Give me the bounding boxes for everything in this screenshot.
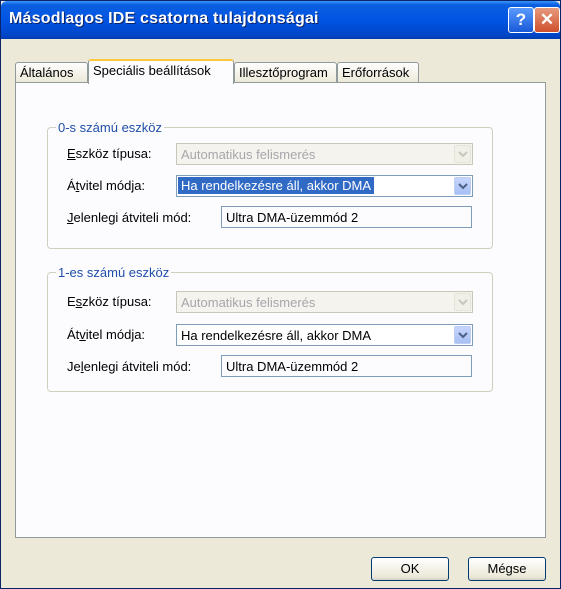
device1-current-label: Jelenlegi átviteli mód: — [67, 359, 192, 374]
device1-type-value: Automatikus felismerés — [181, 295, 316, 310]
device1-group-title: 1-es számú eszköz — [56, 265, 172, 280]
tab-general[interactable]: Általános — [15, 62, 88, 82]
window-title: Másodlagos IDE csatorna tulajdonságai — [9, 10, 319, 27]
tab-page-advanced: 0-s számú eszköz Eszköz típusa: Automati… — [15, 82, 546, 538]
device0-current-field: Ultra DMA-üzemmód 2 — [221, 206, 472, 228]
device1-current-value: Ultra DMA-üzemmód 2 — [226, 359, 359, 374]
title-bar[interactable]: Másodlagos IDE csatorna tulajdonságai ? … — [1, 1, 560, 39]
device1-type-label: Eszköz típusa: — [67, 294, 152, 309]
device0-group-title: 0-s számú eszköz — [56, 120, 165, 135]
tab-driver[interactable]: Illesztőprogram — [234, 62, 337, 82]
device1-mode-select[interactable]: Ha rendelkezésre áll, akkor DMA — [176, 324, 473, 346]
cancel-button[interactable]: Mégse — [468, 557, 546, 581]
device1-mode-label: Átvitel módja: — [67, 327, 146, 342]
properties-dialog: Másodlagos IDE csatorna tulajdonságai ? … — [0, 0, 561, 589]
ok-button[interactable]: OK — [371, 557, 449, 581]
device0-mode-value: Ha rendelkezésre áll, akkor DMA — [178, 177, 375, 194]
close-button[interactable]: ✕ — [534, 7, 560, 33]
device0-mode-label: Átvitel módja: — [67, 178, 146, 193]
device1-mode-value: Ha rendelkezésre áll, akkor DMA — [181, 328, 372, 343]
device0-mode-select[interactable]: Ha rendelkezésre áll, akkor DMA — [176, 175, 473, 197]
chevron-down-icon[interactable] — [454, 326, 471, 344]
chevron-down-icon — [454, 293, 471, 311]
tab-advanced-settings[interactable]: Speciális beállítások — [88, 59, 234, 84]
device1-current-field: Ultra DMA-üzemmód 2 — [221, 355, 472, 377]
device0-type-select[interactable]: Automatikus felismerés — [176, 143, 473, 165]
device0-current-label: Jelenlegi átviteli mód: — [67, 210, 192, 225]
tab-resources[interactable]: Erőforrások — [337, 62, 419, 82]
device0-type-value: Automatikus felismerés — [181, 147, 316, 162]
device0-current-value: Ultra DMA-üzemmód 2 — [226, 210, 359, 225]
device1-type-select[interactable]: Automatikus felismerés — [176, 291, 473, 313]
chevron-down-icon[interactable] — [454, 177, 471, 195]
help-button[interactable]: ? — [508, 7, 534, 33]
chevron-down-icon — [454, 145, 471, 163]
device0-type-label: Eszköz típusa: — [67, 146, 152, 161]
